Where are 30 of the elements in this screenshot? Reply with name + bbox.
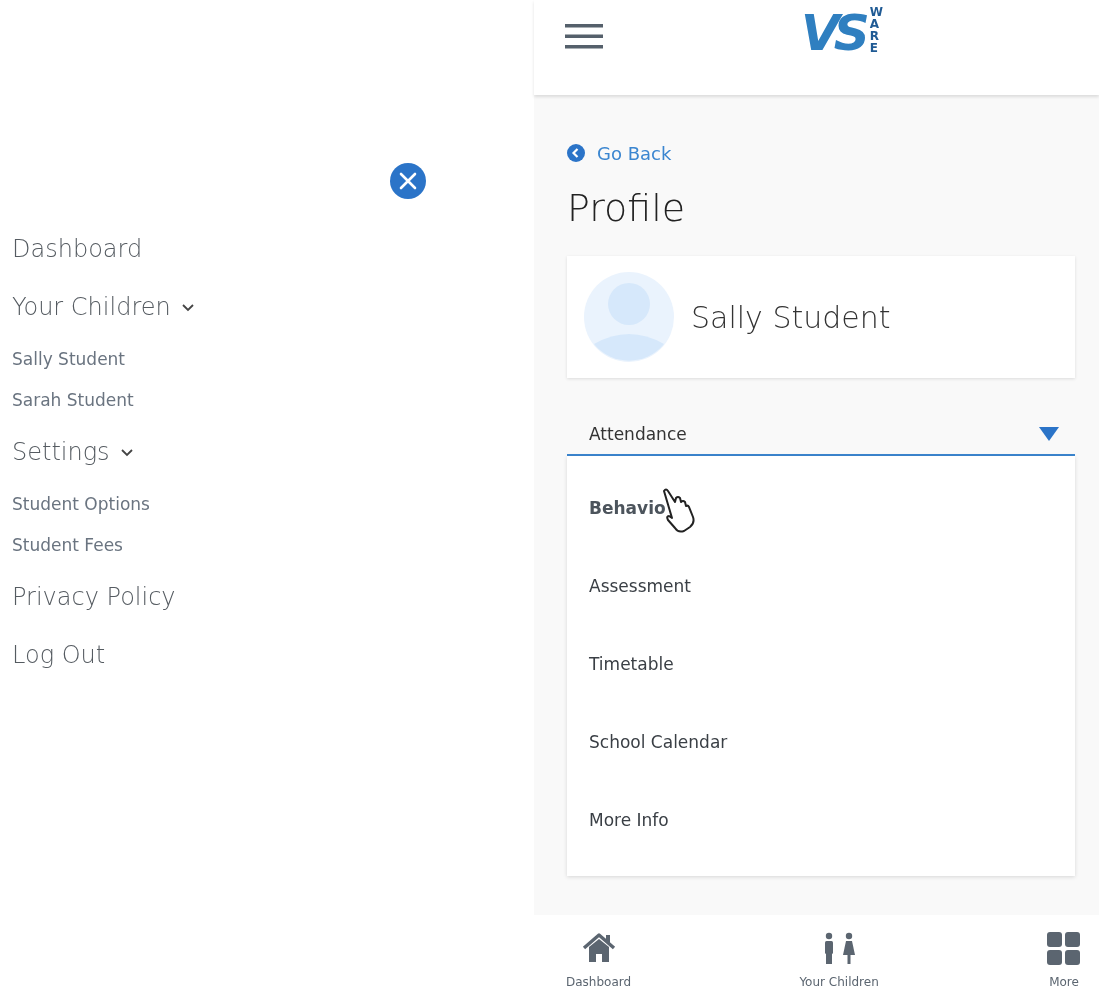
submenu-item[interactable]: Student Options [12,494,150,514]
logo-wordmark: WARE [869,5,884,54]
nav-tab[interactable]: Dashboard [566,915,632,991]
menu-item[interactable]: Your Children [12,293,171,321]
menu-item[interactable]: Log Out [12,641,106,669]
close-button[interactable] [390,163,426,199]
dropdown-option[interactable]: Assessment [589,576,691,596]
dropdown-arrow-icon [1039,427,1059,441]
home-icon [581,932,616,965]
dropdown-option[interactable]: Timetable [589,654,674,674]
menu-item[interactable]: Dashboard [12,235,143,263]
grid-icon [1047,932,1081,965]
menu-item[interactable]: Privacy Policy [12,583,176,611]
nav-tab[interactable]: More [1047,915,1081,991]
page-title: Profile [567,185,687,232]
dropdown-option[interactable]: Behavio [589,498,666,518]
submenu-item[interactable]: Sally Student [12,349,126,369]
dropdown-option[interactable]: More Info [589,810,669,830]
menu-icon[interactable] [565,21,603,50]
children-icon [822,932,857,965]
submenu-item[interactable]: Sarah Student [12,390,134,410]
menu-item[interactable]: Settings [12,438,110,466]
dropdown-option[interactable]: School Calendar [589,732,728,752]
back-link-text[interactable]: Go Back [597,142,672,164]
back-icon [567,144,585,162]
submenu-item[interactable]: Student Fees [12,535,123,555]
back-link[interactable]: Go Back [567,140,1075,166]
student-name: Sally Student [691,299,891,335]
nav-tab[interactable]: Your Children [799,915,879,991]
logo-mark: VS [801,3,864,62]
